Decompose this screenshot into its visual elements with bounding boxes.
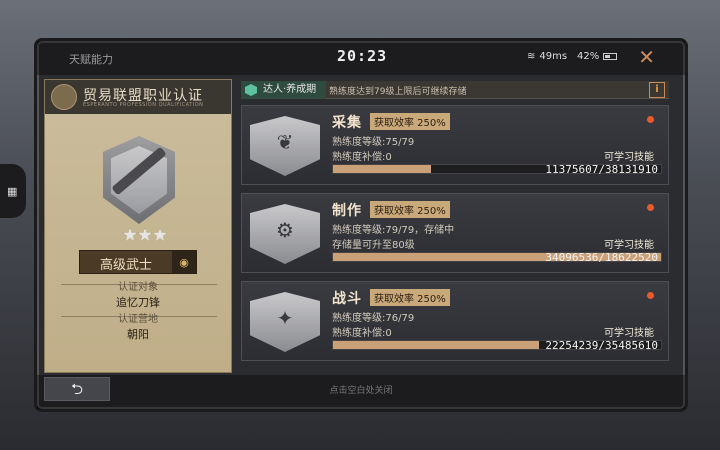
notification-dot <box>647 116 654 123</box>
status-tag-bar: 达人·养成期 熟练度达到79级上限后可继续存储 i <box>241 81 669 99</box>
side-menu-tab[interactable]: ▦ <box>0 164 26 218</box>
rank-box: 高级武士 ◉ <box>79 250 197 274</box>
stage-chip: 达人·养成期 <box>241 81 327 99</box>
learnable-skill-label: 可学习技能 <box>604 328 654 339</box>
progress-value: 11375607/38131910 <box>545 163 658 176</box>
talent-window: 天赋能力 20:23 ≋ 49ms 42% ✕ 贸易联盟职业认证 ESPERAN… <box>34 38 688 412</box>
stage-chip-label: 达人·养成期 <box>263 84 317 95</box>
stage-hint: 熟练度达到79级上限后可继续存储 <box>329 87 467 97</box>
proficiency-level: 熟练度等级:79/79，存储中 <box>332 225 455 236</box>
battery-indicator: 42% <box>577 51 618 62</box>
wifi-icon: ≋ <box>527 51 536 62</box>
ping-value: 49ms <box>539 51 568 62</box>
camp-value: 朝阳 <box>127 328 149 341</box>
skill-card-gathering[interactable]: ❦ 采集 获取效率 250% 熟练度等级:75/79 熟练度补偿:0 可学习技能… <box>241 105 669 185</box>
camp-caption: 认证营地 <box>118 314 158 325</box>
proficiency-compensation: 熟练度补偿:0 <box>332 328 392 339</box>
grid-icon: ▦ <box>7 185 18 198</box>
skill-name: 战斗 <box>332 291 362 307</box>
network-indicator: ≋ 49ms <box>527 51 567 62</box>
close-icon[interactable]: ✕ <box>638 45 655 69</box>
skill-name: 制作 <box>332 203 362 219</box>
star-icon <box>153 228 167 241</box>
progress-fill <box>333 341 539 349</box>
storage-info: 存储量可升至80级 <box>332 240 415 251</box>
proficiency-level: 熟练度等级:75/79 <box>332 137 415 148</box>
battery-icon <box>603 53 618 60</box>
efficiency-badge: 获取效率 250% <box>370 113 450 130</box>
rifle-icon: ✦ <box>276 306 294 330</box>
certification-panel: 贸易联盟职业认证 ESPERANTO PROFESSION QUALIFICAT… <box>44 79 232 373</box>
progress-value: 22254239/35485610 <box>545 339 658 352</box>
hexagon-icon <box>245 84 257 96</box>
window-title: 天赋能力 <box>69 53 113 66</box>
proficiency-compensation: 熟练度补偿:0 <box>332 152 392 163</box>
learnable-skill-label: 可学习技能 <box>604 240 654 251</box>
rank-stars <box>123 228 167 242</box>
gear-icon: ⚙ <box>276 218 294 242</box>
progress-fill <box>333 165 431 173</box>
battery-value: 42% <box>577 51 600 62</box>
notification-dot <box>647 204 654 211</box>
efficiency-badge: 获取效率 250% <box>370 289 450 306</box>
status-bar: 天赋能力 20:23 ≋ 49ms 42% ✕ <box>37 41 685 75</box>
progress-value: 34096536/18622520 <box>545 251 658 264</box>
notification-dot <box>647 292 654 299</box>
info-icon[interactable]: i <box>649 82 665 98</box>
target-value: 追忆刀锋 <box>116 296 160 309</box>
rank-label: 高级武士 <box>99 258 152 273</box>
target-caption: 认证对象 <box>118 282 158 293</box>
clock: 20:23 <box>337 47 388 65</box>
skill-card-crafting[interactable]: ⚙ 制作 获取效率 250% 熟练度等级:79/79，存储中 存储量可升至80级… <box>241 193 669 273</box>
bottom-bar: ⮌ 点击空白处关闭 <box>37 375 685 409</box>
star-icon <box>138 228 152 241</box>
eye-icon[interactable]: ◉ <box>172 251 196 273</box>
certification-header: 贸易联盟职业认证 ESPERANTO PROFESSION QUALIFICAT… <box>45 80 231 114</box>
leaf-icon: ❦ <box>276 130 294 154</box>
alliance-emblem-icon <box>51 84 77 110</box>
skill-card-combat[interactable]: ✦ 战斗 获取效率 250% 熟练度等级:76/79 熟练度补偿:0 可学习技能… <box>241 281 669 361</box>
close-hint: 点击空白处关闭 <box>329 386 393 396</box>
skill-name: 采集 <box>332 115 362 131</box>
certification-subtitle: ESPERANTO PROFESSION QUALIFICATION <box>83 102 204 108</box>
star-icon <box>123 228 137 241</box>
learnable-skill-label: 可学习技能 <box>604 152 654 163</box>
proficiency-level: 熟练度等级:76/79 <box>332 313 415 324</box>
efficiency-badge: 获取效率 250% <box>370 201 450 218</box>
